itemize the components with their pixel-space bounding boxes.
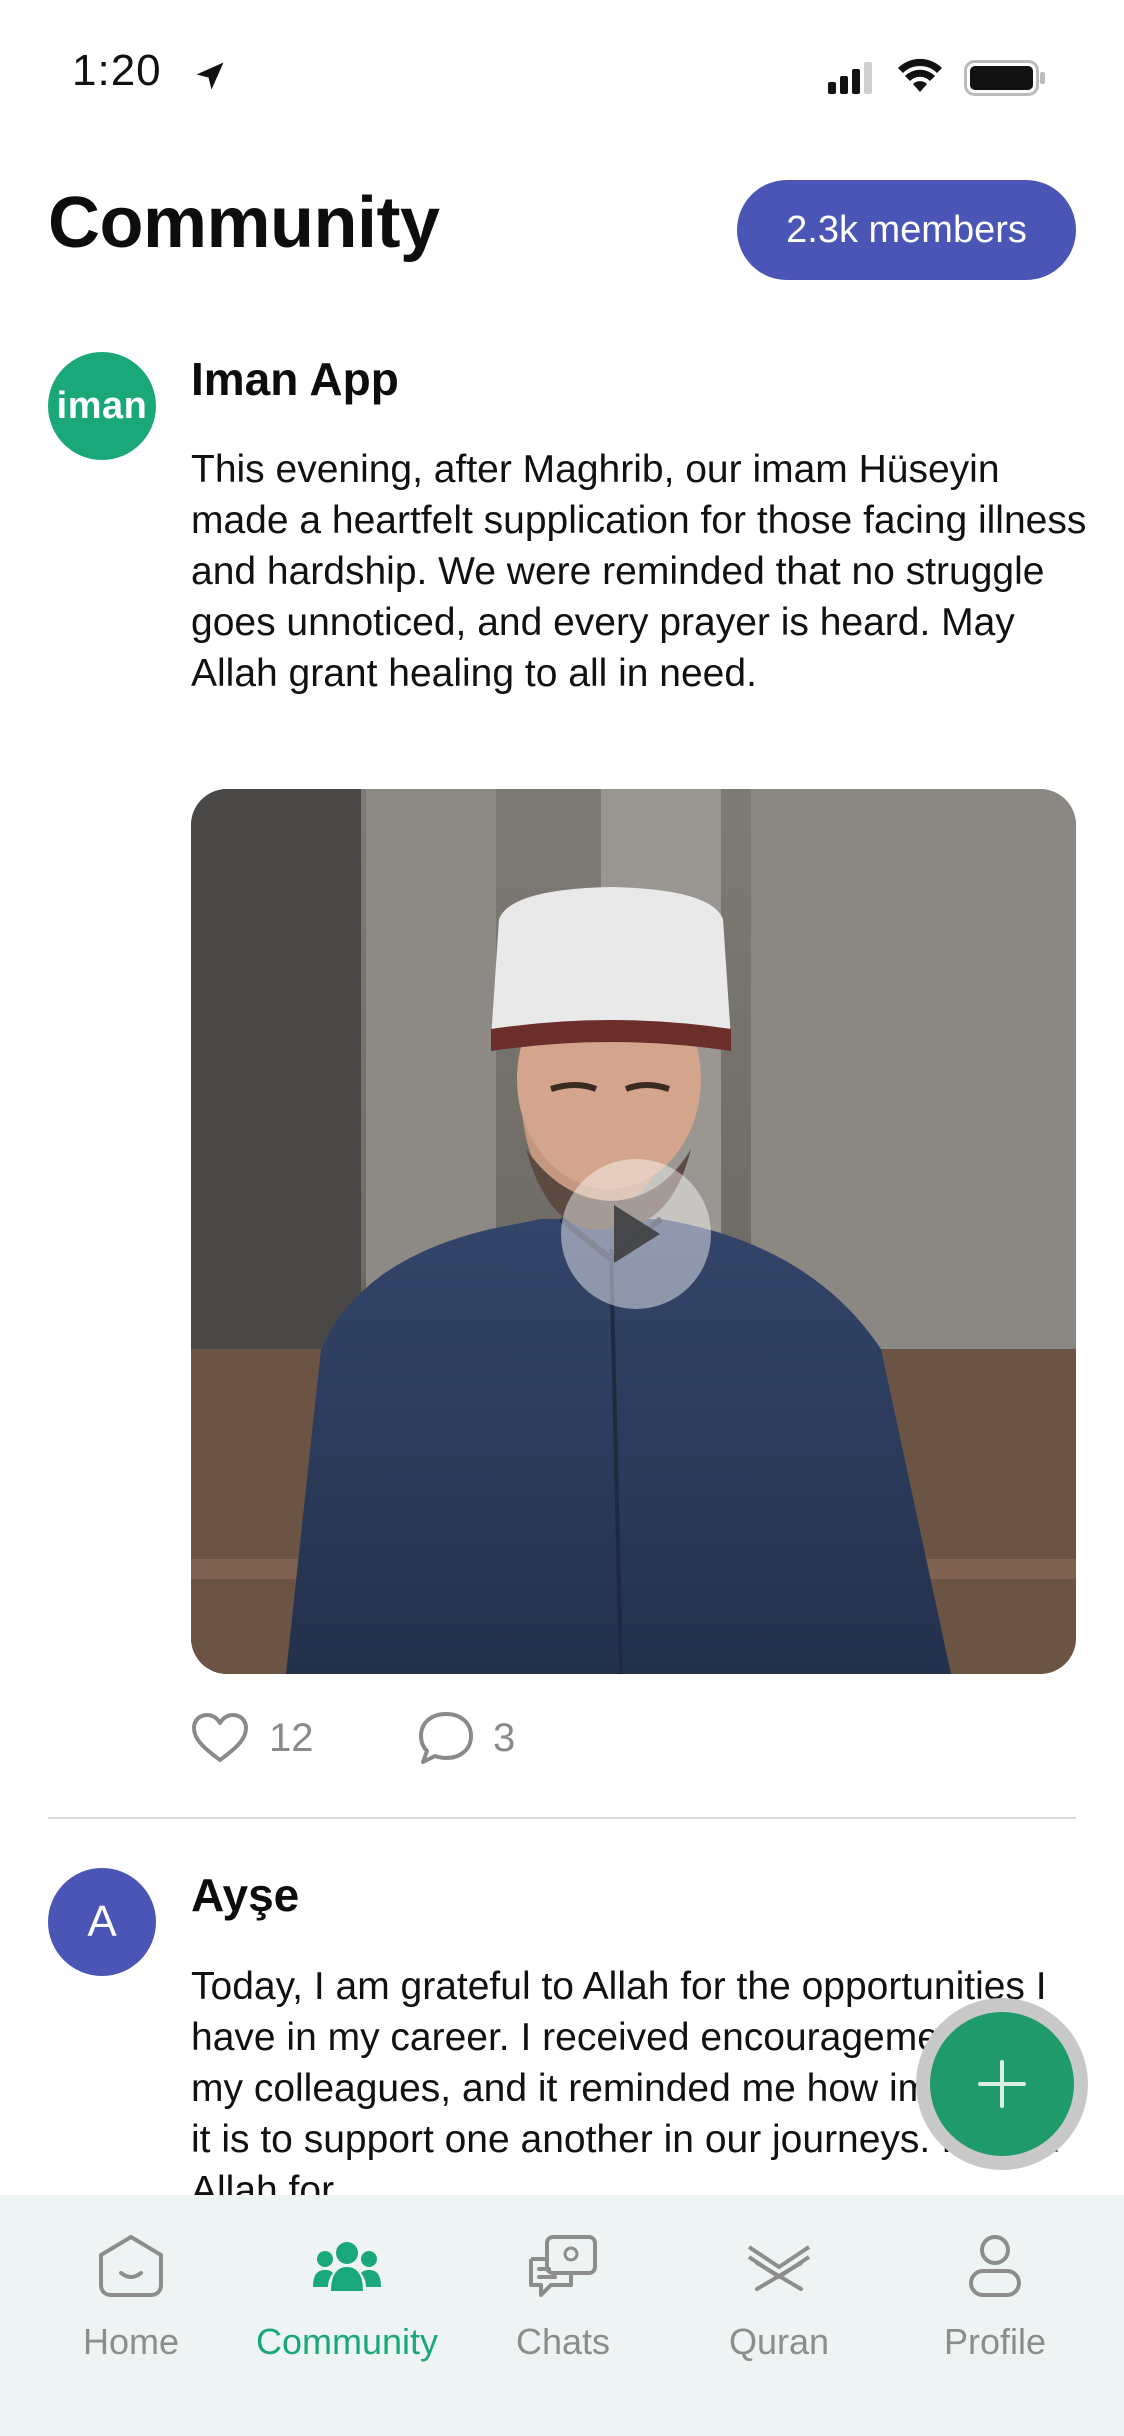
post-text: This evening, after Maghrib, our imam Hü… [191, 448, 1087, 695]
nav-label: Home [82, 2321, 180, 2362]
new-post-button[interactable] [916, 1998, 1088, 2170]
bottom-navigation: Home Community Chats Quran Profile [0, 2195, 1124, 2436]
quran-icon [747, 2245, 811, 2291]
post-author[interactable]: Iman App [191, 352, 399, 406]
nav-label: Community [255, 2321, 439, 2362]
nav-item-community[interactable]: Community [239, 2195, 455, 2375]
heart-icon[interactable] [191, 1712, 249, 1764]
author-avatar[interactable]: A [48, 1868, 156, 1976]
author-avatar[interactable]: iman [48, 352, 156, 460]
home-icon [99, 2235, 163, 2297]
chats-icon [529, 2235, 597, 2297]
nav-item-profile[interactable]: Profile [887, 2195, 1103, 2375]
nav-item-chats[interactable]: Chats [455, 2195, 671, 2375]
play-icon [614, 1205, 660, 1263]
post-divider [48, 1817, 1076, 1819]
post-actions: 12 3 [191, 1708, 791, 1768]
nav-item-quran[interactable]: Quran [671, 2195, 887, 2375]
comment-icon[interactable] [417, 1710, 475, 1766]
profile-icon [969, 2235, 1021, 2297]
community-icon [313, 2242, 381, 2291]
nav-label: Quran [728, 2321, 830, 2362]
like-count: 12 [269, 1716, 314, 1760]
nav-label: Profile [943, 2321, 1047, 2362]
plus-icon [978, 2060, 1026, 2108]
post-video[interactable] [191, 789, 1076, 1674]
nav-label: Chats [515, 2321, 611, 2362]
nav-item-home[interactable]: Home [23, 2195, 239, 2375]
avatar-initial: A [87, 1897, 117, 1946]
post-author[interactable]: Ayşe [191, 1868, 299, 1922]
comment-count: 3 [493, 1716, 516, 1760]
avatar-logo-text: iman [56, 384, 148, 427]
new-post-button-inner [930, 2012, 1074, 2156]
video-play-button[interactable] [561, 1159, 711, 1309]
post-card: iman Iman App This evening, after Maghri… [0, 0, 1124, 1800]
